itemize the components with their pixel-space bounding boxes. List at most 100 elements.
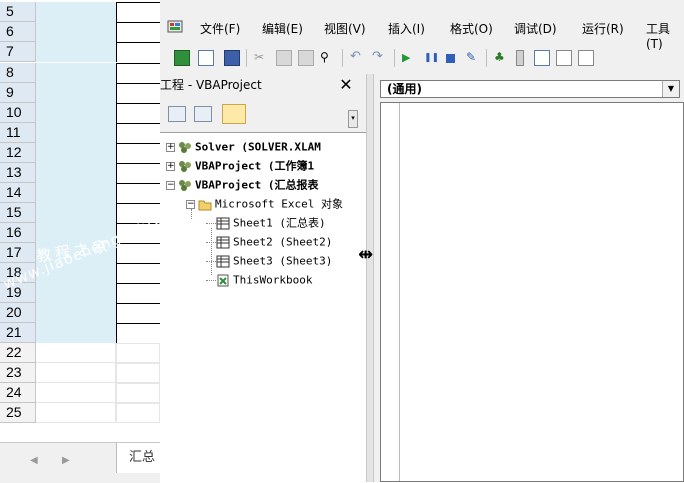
cell-a[interactable] bbox=[36, 63, 116, 83]
find-icon[interactable]: ⚲ bbox=[320, 50, 336, 66]
row-header[interactable]: 17 bbox=[0, 243, 36, 263]
row-header[interactable]: 11 bbox=[0, 123, 36, 143]
row-header[interactable]: 12 bbox=[0, 143, 36, 163]
design-mode-icon[interactable]: ✎ bbox=[466, 50, 482, 66]
sheet-nav-next-button[interactable]: ▶ bbox=[62, 455, 70, 466]
tree-item-solver[interactable]: + Solver (SOLVER.XLAM bbox=[166, 137, 321, 156]
tree-item-sheet2[interactable]: Sheet2 (Sheet2) bbox=[206, 232, 332, 251]
row-header[interactable]: 24 bbox=[0, 383, 36, 403]
row-header[interactable]: 16 bbox=[0, 223, 36, 243]
cell-a[interactable] bbox=[36, 83, 116, 103]
menu-insert[interactable]: 插入(I) bbox=[388, 20, 425, 37]
project-explorer-close-button[interactable]: ✕ bbox=[336, 76, 356, 94]
cell-a[interactable] bbox=[36, 403, 116, 423]
cell-b[interactable] bbox=[116, 383, 160, 403]
menu-format[interactable]: 格式(O) bbox=[450, 20, 493, 37]
pane-splitter[interactable] bbox=[366, 74, 374, 482]
insert-module-icon[interactable] bbox=[198, 50, 214, 66]
vbe-app-icon[interactable] bbox=[166, 18, 186, 39]
tree-item-sheet3[interactable]: Sheet3 (Sheet3) bbox=[206, 251, 332, 270]
cell-a[interactable] bbox=[36, 22, 116, 42]
cell-b[interactable] bbox=[116, 363, 160, 383]
view-object-button[interactable] bbox=[194, 106, 212, 122]
row-header[interactable]: 5 bbox=[0, 2, 36, 22]
cell-b[interactable] bbox=[116, 63, 160, 83]
cell-a[interactable] bbox=[36, 203, 116, 223]
menu-edit[interactable]: 编辑(E) bbox=[262, 20, 303, 37]
row-header[interactable]: 7 bbox=[0, 42, 36, 62]
row-header[interactable]: 25 bbox=[0, 403, 36, 423]
cell-b[interactable] bbox=[116, 83, 160, 103]
row-header[interactable]: 20 bbox=[0, 303, 36, 323]
cell-a[interactable] bbox=[36, 383, 116, 403]
collapse-icon[interactable]: − bbox=[166, 180, 175, 190]
cell-b[interactable] bbox=[116, 2, 160, 22]
cell-b[interactable] bbox=[116, 303, 160, 323]
tree-item-sheet1[interactable]: Sheet1 (汇总表) bbox=[206, 213, 326, 232]
row-header[interactable]: 9 bbox=[0, 83, 36, 103]
cell-a[interactable] bbox=[36, 143, 116, 163]
undo-icon[interactable]: ↶ bbox=[350, 50, 366, 66]
cell-a[interactable] bbox=[36, 183, 116, 203]
cell-a[interactable] bbox=[36, 123, 116, 143]
cell-a[interactable] bbox=[36, 2, 116, 22]
row-header[interactable]: 14 bbox=[0, 183, 36, 203]
combo-dropdown-icon[interactable]: ▼ bbox=[662, 81, 679, 97]
run-icon[interactable]: ▶ bbox=[402, 50, 418, 66]
sheet-nav-prev-button[interactable]: ◀ bbox=[30, 455, 38, 466]
tree-item-excel-objects[interactable]: − Microsoft Excel 对象 bbox=[186, 194, 343, 213]
cell-b[interactable] bbox=[116, 403, 160, 423]
cell-a[interactable] bbox=[36, 303, 116, 323]
cell-b[interactable] bbox=[116, 143, 160, 163]
toolbox-icon[interactable] bbox=[578, 50, 594, 66]
reset-icon[interactable] bbox=[446, 54, 455, 63]
object-combo[interactable]: (通用) ▼ bbox=[380, 80, 680, 98]
menu-debug[interactable]: 调试(D) bbox=[514, 20, 557, 37]
cell-b[interactable] bbox=[116, 183, 160, 203]
paste-icon[interactable] bbox=[298, 50, 314, 66]
cell-a[interactable] bbox=[36, 163, 116, 183]
sheet-tab-summary[interactable]: 汇总 bbox=[116, 443, 160, 473]
properties-window-icon[interactable] bbox=[534, 50, 550, 66]
cell-b[interactable] bbox=[116, 103, 160, 123]
tree-item-workbook1[interactable]: + VBAProject (工作簿1 bbox=[166, 156, 314, 175]
toggle-folders-button[interactable] bbox=[222, 104, 246, 124]
cell-b[interactable] bbox=[116, 283, 160, 303]
cell-b[interactable] bbox=[116, 123, 160, 143]
cell-b[interactable] bbox=[116, 323, 160, 343]
cell-a[interactable] bbox=[36, 283, 116, 303]
cell-a[interactable] bbox=[36, 42, 116, 62]
menu-view[interactable]: 视图(V) bbox=[324, 20, 366, 37]
row-header[interactable]: 6 bbox=[0, 22, 36, 42]
code-editor[interactable] bbox=[380, 102, 684, 482]
row-header[interactable]: 22 bbox=[0, 343, 36, 363]
view-excel-icon[interactable] bbox=[174, 50, 190, 66]
view-code-button[interactable] bbox=[168, 106, 186, 122]
expand-icon[interactable]: + bbox=[166, 161, 175, 171]
object-browser-icon[interactable] bbox=[556, 50, 572, 66]
expand-icon[interactable]: + bbox=[166, 142, 175, 152]
break-icon[interactable]: ❚❚ bbox=[424, 50, 440, 66]
cell-a[interactable] bbox=[36, 103, 116, 123]
cell-a[interactable] bbox=[36, 323, 116, 343]
row-header[interactable]: 13 bbox=[0, 163, 36, 183]
row-header[interactable]: 8 bbox=[0, 63, 36, 83]
redo-icon[interactable]: ↷ bbox=[372, 50, 388, 66]
copy-icon[interactable] bbox=[276, 50, 292, 66]
save-icon[interactable] bbox=[224, 50, 240, 66]
scroll-down-icon[interactable]: ▾ bbox=[348, 110, 358, 128]
cell-b[interactable] bbox=[116, 42, 160, 62]
row-header[interactable]: 10 bbox=[0, 103, 36, 123]
collapse-icon[interactable]: − bbox=[186, 199, 195, 209]
toolbar-grip-icon[interactable] bbox=[516, 50, 524, 66]
tree-item-thisworkbook[interactable]: ThisWorkbook bbox=[206, 270, 312, 289]
menu-file[interactable]: 文件(F) bbox=[200, 20, 240, 37]
cell-b[interactable] bbox=[116, 163, 160, 183]
cell-b[interactable] bbox=[116, 343, 160, 363]
cell-b[interactable] bbox=[116, 263, 160, 283]
menu-run[interactable]: 运行(R) bbox=[582, 20, 624, 37]
cut-icon[interactable]: ✂ bbox=[254, 50, 270, 66]
project-explorer-icon[interactable]: ♣ bbox=[494, 50, 510, 66]
row-header[interactable]: 21 bbox=[0, 323, 36, 343]
tree-item-summary-report[interactable]: − VBAProject (汇总报表 bbox=[166, 175, 318, 194]
